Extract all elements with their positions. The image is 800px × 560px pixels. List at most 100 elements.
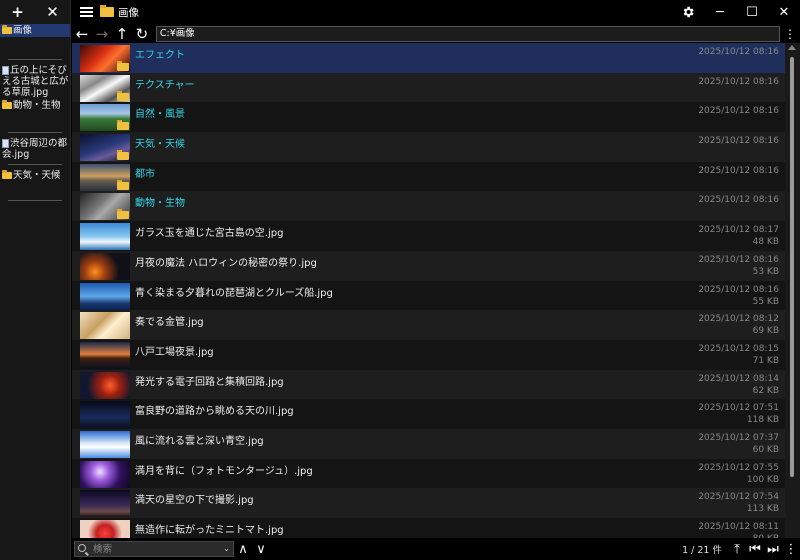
search-input[interactable] <box>93 542 213 556</box>
file-list: エフェクト 2025/10/12 08:16 テクスチャー 2025/10/12 08… <box>72 43 785 538</box>
file-row[interactable]: 無造作に転がったミニトマト.jpg2025/10/12 08:1180 KB <box>72 518 785 538</box>
title-bar: 画像 ─ ☐ ✕ <box>72 0 800 24</box>
file-row[interactable]: 満月を背に（フォトモンタージュ）.jpg 2025/10/12 07:55 100 … <box>72 458 785 489</box>
item-name: 都市 <box>135 168 155 180</box>
bottom-more-button[interactable]: ⋮ <box>782 539 800 559</box>
image-file-icon <box>2 66 9 75</box>
search-dropdown-button[interactable]: ⌄ <box>223 544 230 553</box>
sidebar-item-shibuya-file[interactable]: 渋谷周辺の都会.jpg <box>0 137 70 161</box>
item-name: エフェクト <box>135 50 185 61</box>
thumbnail <box>80 520 130 538</box>
item-name: 青く染まる夕暮れの琵琶湖とクルーズ船.jpg <box>135 287 333 299</box>
sidebar-item-label: 天気・天候 <box>13 170 61 181</box>
thumbnail-image <box>80 401 130 429</box>
sidebar-divider <box>8 164 62 165</box>
file-row[interactable]: 奏でる金管.jpg 2025/10/12 08:12 69 KB <box>72 310 785 340</box>
folder-row[interactable]: 天気・天候 2025/10/12 08:16 <box>72 132 785 162</box>
add-tab-button[interactable]: + <box>5 1 31 23</box>
forward-button[interactable]: → <box>92 24 112 43</box>
folder-row[interactable]: テクスチャー 2025/10/12 08:16 <box>72 72 785 103</box>
thumbnail <box>80 430 130 458</box>
window-title-text: 画像 <box>118 6 139 19</box>
sidebar-divider <box>8 59 62 60</box>
sidebar-item-images[interactable]: 画像 <box>0 24 70 37</box>
address-input[interactable]: C:¥画像 <box>155 25 781 42</box>
item-date: 2025/10/12 07:55 <box>698 462 779 473</box>
item-name: 風に流れる雲と深い青空.jpg <box>135 435 264 447</box>
thumbnail <box>80 193 130 221</box>
item-date: 2025/10/12 08:16 <box>698 284 779 295</box>
folder-icon <box>100 5 114 17</box>
thumbnail <box>80 45 130 72</box>
thumbnail <box>80 74 130 102</box>
scrollbar[interactable] <box>785 43 800 538</box>
back-button[interactable]: ← <box>72 24 92 43</box>
thumbnail-image <box>80 252 130 280</box>
file-row[interactable]: 発光する電子回路と集積回路.jpg 2025/10/12 08:14 62 KB <box>72 369 785 400</box>
item-size: 48 KB <box>752 237 779 248</box>
menu-button[interactable] <box>72 0 100 24</box>
search-prev-button[interactable]: ∧ <box>234 539 252 559</box>
item-date: 2025/10/12 08:11 <box>698 522 779 532</box>
file-row[interactable]: 青く染まる夕暮れの琵琶湖とクルーズ船.jpg 2025/10/12 08:16 55… <box>72 280 785 311</box>
search-box[interactable]: ⌄ <box>74 541 234 557</box>
folder-icon <box>117 90 129 101</box>
thumbnail-image <box>80 520 130 538</box>
scroll-up-icon[interactable] <box>788 45 796 50</box>
scroll-top-button[interactable]: ⤒ <box>728 539 746 559</box>
sidebar-item-weather[interactable]: 天気・天候 <box>0 169 70 182</box>
refresh-button[interactable]: ↻ <box>132 24 152 43</box>
item-name: 無造作に転がったミニトマト.jpg <box>135 525 284 536</box>
file-row[interactable]: 富良野の道路から眺める天の川.jpg 2025/10/12 07:51 118 KB <box>72 399 785 429</box>
file-row[interactable]: 風に流れる雲と深い青空.jpg 2025/10/12 07:37 60 KB <box>72 428 785 459</box>
thumbnail <box>80 252 130 280</box>
item-name: 天気・天候 <box>135 139 185 151</box>
file-row[interactable]: 月夜の魔法 ハロウィンの秘密の祭り.jpg 2025/10/12 08:16 53 … <box>72 250 785 281</box>
folder-icon <box>2 170 12 179</box>
more-options-button[interactable]: ⋮ <box>780 27 800 41</box>
sidebar-item-label: 渋谷周辺の都会.jpg <box>2 138 68 160</box>
search-next-button[interactable]: ∨ <box>252 539 270 559</box>
close-window-button[interactable]: ✕ <box>768 0 800 24</box>
sidebar-item-castle-file[interactable]: 丘の上にそびえる古城と広がる草原.jpg <box>0 64 70 99</box>
maximize-button[interactable]: ☐ <box>736 0 768 24</box>
folder-row[interactable]: 自然・風景 2025/10/12 08:16 <box>72 102 785 133</box>
close-tab-button[interactable]: ✕ <box>40 1 66 23</box>
item-name: ガラス玉を通じた宮古島の空.jpg <box>135 228 284 240</box>
item-size: 69 KB <box>752 326 779 337</box>
bottom-bar: ⌄ ∧ ∨ 1 / 21 件 ⤒ ⏮ ⏭ ⋮ <box>72 538 800 560</box>
thumbnail-image <box>80 312 130 340</box>
scroll-thumb[interactable] <box>790 57 794 477</box>
folder-icon <box>117 61 129 71</box>
last-item-button[interactable]: ⏭ <box>764 539 782 559</box>
item-size: 113 KB <box>746 504 779 515</box>
sidebar: + ✕ 画像 丘の上にそびえる古城と広がる草原.jpg 動物・生物 渋谷周辺の都… <box>0 0 71 560</box>
item-name: 動物・生物 <box>135 198 185 210</box>
sidebar-item-animals[interactable]: 動物・生物 <box>0 99 70 112</box>
item-date: 2025/10/12 07:51 <box>698 403 779 414</box>
sidebar-divider <box>8 132 62 133</box>
folder-row[interactable]: 動物・生物 2025/10/12 08:16 <box>72 191 785 222</box>
item-size: 100 KB <box>746 474 779 485</box>
folder-icon <box>117 209 129 220</box>
item-date: 2025/10/12 08:16 <box>698 195 779 206</box>
settings-button[interactable] <box>672 0 704 24</box>
file-row[interactable]: 八戸工場夜景.jpg 2025/10/12 08:15 71 KB <box>72 339 785 370</box>
file-row[interactable]: 満天の星空の下で撮影.jpg 2025/10/12 07:54 113 KB <box>72 488 785 518</box>
item-size: 55 KB <box>752 296 779 307</box>
thumbnail <box>80 104 130 132</box>
sidebar-item-label: 画像 <box>13 25 33 36</box>
item-name: 満天の星空の下で撮影.jpg <box>135 495 254 507</box>
minimize-button[interactable]: ─ <box>704 0 736 24</box>
item-name: テクスチャー <box>135 79 195 91</box>
up-button[interactable]: ↑ <box>112 24 132 43</box>
first-item-button[interactable]: ⏮ <box>746 539 764 559</box>
thumbnail-image <box>80 282 130 310</box>
file-row[interactable]: ガラス玉を通じた宮古島の空.jpg 2025/10/12 08:17 48 KB <box>72 221 785 251</box>
folder-row[interactable]: エフェクト 2025/10/12 08:16 <box>72 43 785 73</box>
folder-icon <box>2 100 12 109</box>
folder-icon <box>117 120 129 131</box>
navigation-bar: ← → ↑ ↻ C:¥画像 ⋮ <box>72 24 800 43</box>
item-date: 2025/10/12 07:37 <box>698 432 779 443</box>
folder-row[interactable]: 都市 2025/10/12 08:16 <box>72 161 785 192</box>
